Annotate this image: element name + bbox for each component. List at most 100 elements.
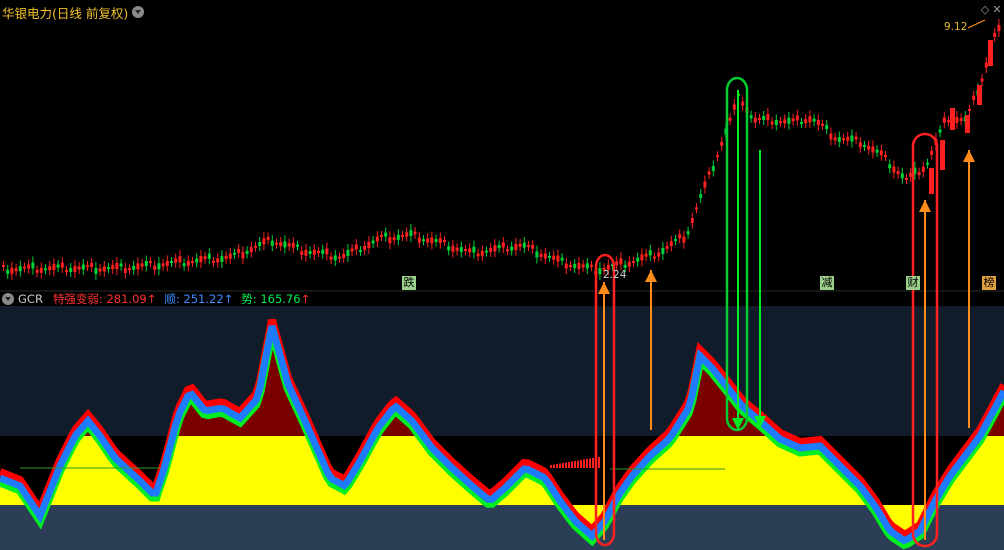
candlestick — [287, 243, 291, 247]
candlestick — [270, 240, 274, 246]
candlestick — [808, 116, 812, 123]
candlestick — [968, 109, 971, 111]
signal-jian: 减 — [820, 276, 834, 290]
candlestick — [779, 120, 782, 123]
indicator-line2: 顺: 251.22↑ — [164, 291, 233, 307]
candlestick — [426, 238, 430, 243]
candlestick — [422, 239, 425, 242]
candlestick — [417, 237, 421, 243]
candlestick — [984, 62, 988, 68]
candlestick — [52, 264, 56, 271]
indicator-line1: 特强变弱: 281.09↑ — [53, 291, 156, 307]
candlestick — [81, 264, 85, 270]
indicator-line3: 势: 165.76↑ — [241, 291, 310, 307]
candlestick — [363, 245, 367, 250]
candlestick — [203, 256, 207, 260]
candlestick — [858, 142, 862, 148]
candlestick — [384, 232, 388, 237]
signal-cai: 财 — [906, 276, 920, 290]
indicator-name[interactable]: GCR — [18, 292, 43, 306]
candlestick — [762, 116, 766, 120]
candlestick — [31, 262, 35, 269]
small-red-bar — [592, 458, 594, 468]
candlestick-large — [977, 85, 982, 105]
diamond-icon[interactable]: ◇ — [979, 4, 991, 16]
candlestick — [837, 136, 841, 142]
candlestick — [434, 239, 438, 243]
candlestick — [653, 256, 656, 259]
candlestick — [921, 166, 925, 172]
candlestick — [18, 266, 22, 272]
candlestick — [14, 268, 18, 272]
candlestick — [191, 260, 194, 263]
close-icon[interactable]: ✕ — [991, 4, 1003, 16]
candlestick — [312, 249, 316, 255]
candlestick — [392, 237, 396, 241]
candlestick-large — [950, 108, 955, 130]
line1-value: 281.09 — [106, 292, 147, 306]
candlestick — [430, 237, 434, 244]
candlestick — [69, 268, 73, 272]
candlestick — [501, 242, 505, 248]
candlestick — [237, 248, 241, 253]
candlestick — [905, 178, 908, 180]
candlestick — [480, 250, 484, 256]
candlestick — [98, 268, 102, 272]
candlestick — [296, 244, 299, 247]
candlestick — [720, 141, 724, 146]
candlestick — [262, 238, 266, 245]
candlestick — [48, 266, 52, 271]
candlestick — [212, 260, 215, 263]
candlestick — [241, 252, 245, 259]
candlestick — [468, 248, 472, 253]
candlestick — [535, 251, 539, 258]
candlestick — [577, 262, 581, 269]
small-red-bar — [568, 462, 570, 468]
candlestick — [111, 265, 115, 269]
candlestick — [493, 245, 497, 252]
price-pointer — [967, 19, 986, 29]
candlestick — [283, 241, 287, 248]
candlestick — [615, 261, 619, 266]
candlestick — [590, 264, 593, 267]
candlestick — [774, 119, 778, 125]
indicator-dropdown-icon[interactable] — [2, 293, 14, 305]
candlestick — [955, 117, 959, 124]
candlestick — [10, 267, 14, 274]
candlestick — [367, 241, 371, 248]
candlestick — [388, 237, 392, 244]
candlestick — [552, 255, 556, 260]
candlestick — [728, 117, 732, 121]
candlestick — [959, 117, 963, 121]
candlestick — [636, 257, 640, 262]
candlestick — [732, 104, 736, 110]
candlestick — [543, 253, 547, 259]
candlestick — [648, 250, 652, 256]
candlestick — [539, 253, 543, 257]
candlestick — [770, 121, 774, 125]
candlestick — [556, 255, 560, 262]
candlestick — [800, 122, 803, 124]
candlestick — [695, 207, 698, 210]
arrow-up-icon: ↑ — [223, 292, 234, 306]
candlestick — [249, 247, 253, 253]
candlestick — [409, 230, 413, 237]
candlestick — [464, 249, 467, 251]
small-red-bar — [574, 461, 576, 468]
title-dropdown-icon[interactable] — [132, 6, 145, 18]
candlestick — [224, 256, 228, 260]
candlestick — [65, 270, 68, 272]
candlestick — [497, 245, 501, 249]
candlestick — [527, 244, 530, 247]
candlestick — [354, 244, 358, 250]
candlestick — [623, 264, 627, 268]
candlestick — [669, 241, 673, 247]
candlestick — [791, 118, 795, 122]
candlestick — [308, 251, 312, 255]
stock-title[interactable]: 华银电力(日线 前复权) — [2, 3, 128, 22]
candlestick — [888, 164, 892, 169]
candlestick — [144, 261, 148, 267]
small-red-bar — [556, 464, 558, 468]
candlestick-large — [965, 115, 970, 133]
chart-canvas[interactable] — [0, 0, 1004, 550]
